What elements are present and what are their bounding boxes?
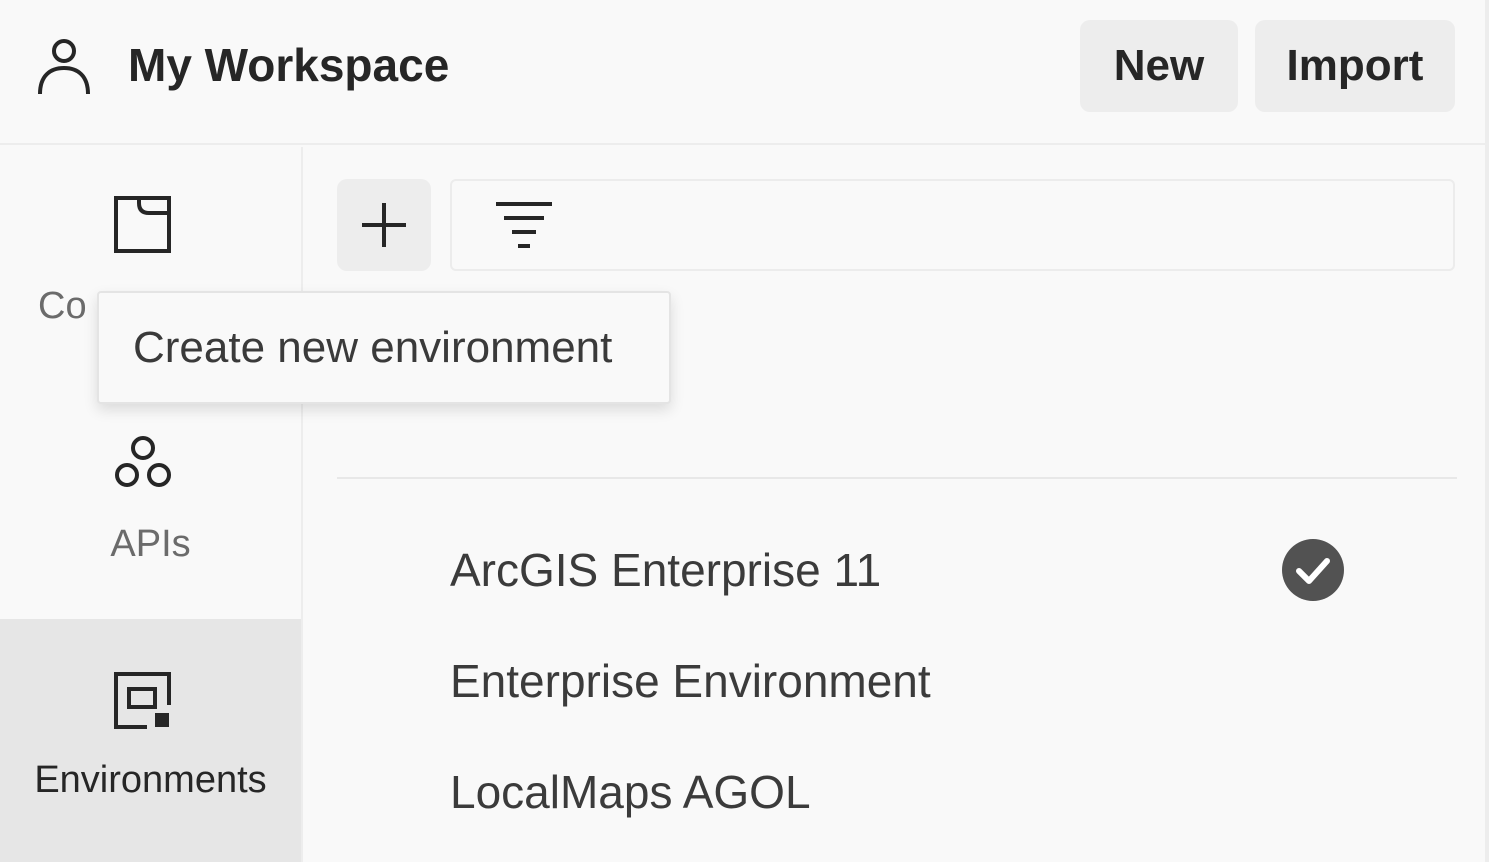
tooltip-text: Create new environment bbox=[133, 322, 613, 372]
add-environment-button[interactable] bbox=[337, 179, 431, 271]
user-icon[interactable] bbox=[36, 36, 92, 96]
environment-row[interactable]: ArcGIS Enterprise 11 bbox=[450, 543, 881, 597]
sidebar-item-environments[interactable]: Environments bbox=[0, 619, 301, 862]
sidebar-item-label: APIs bbox=[110, 523, 191, 565]
window-edge bbox=[1485, 0, 1489, 862]
import-button[interactable]: Import bbox=[1255, 20, 1455, 112]
filter-input[interactable] bbox=[450, 179, 1455, 271]
sidebar-item-label: Co bbox=[38, 285, 87, 327]
plus-icon bbox=[362, 203, 406, 247]
new-button[interactable]: New bbox=[1080, 20, 1238, 112]
tooltip: Create new environment bbox=[97, 291, 671, 404]
list-divider bbox=[337, 477, 1457, 479]
workspace-title[interactable]: My Workspace bbox=[128, 38, 449, 92]
apis-icon bbox=[115, 436, 171, 487]
environment-row[interactable]: LocalMaps AGOL bbox=[450, 765, 811, 819]
sidebar-item-label: Environments bbox=[34, 759, 267, 801]
environments-icon bbox=[114, 672, 171, 729]
sidebar: Co APIs Environments bbox=[0, 147, 303, 862]
sidebar-item-apis[interactable]: APIs bbox=[0, 387, 301, 619]
filter-icon bbox=[496, 202, 552, 248]
workspace-header: My Workspace New Import bbox=[0, 0, 1485, 145]
check-circle-icon[interactable] bbox=[1282, 539, 1344, 601]
environment-row[interactable]: Enterprise Environment bbox=[450, 654, 931, 708]
collection-icon bbox=[114, 196, 171, 253]
